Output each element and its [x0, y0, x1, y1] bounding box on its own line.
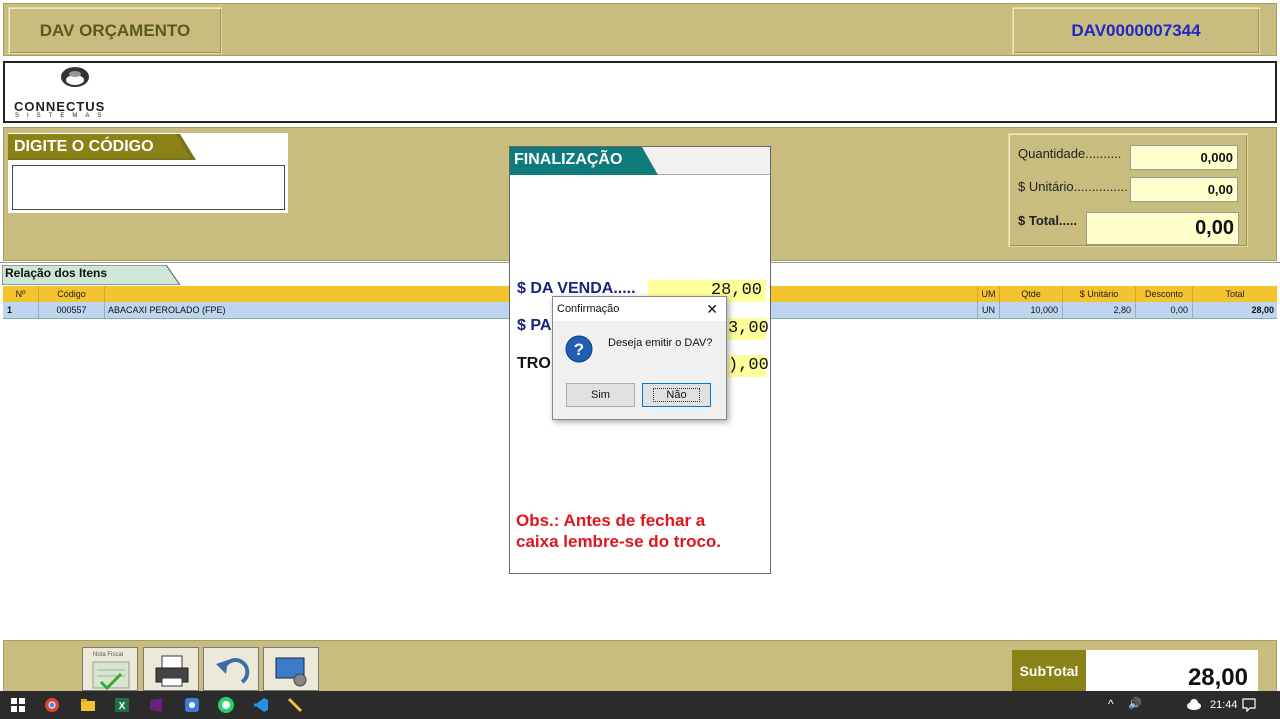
unitario-label: $ Unitário............... — [1018, 179, 1128, 194]
quantidade-label: Quantidade.......... — [1018, 146, 1122, 161]
notifications-icon[interactable] — [1241, 697, 1257, 713]
screen-settings-button[interactable] — [263, 647, 319, 691]
yes-button[interactable]: Sim — [566, 383, 635, 407]
col-total: Total — [1225, 289, 1245, 299]
excel-icon[interactable]: X — [113, 696, 131, 714]
confirm-dialog: Confirmação ✕ ? Deseja emitir o DAV? Sim… — [552, 296, 727, 420]
tool-icon[interactable] — [286, 696, 304, 714]
vscode-icon[interactable] — [252, 696, 270, 714]
svg-text:X: X — [119, 701, 126, 712]
subtotal-value: 28,00 — [1086, 650, 1258, 692]
cell-total: 28,00 — [1251, 305, 1274, 315]
unitario-field[interactable]: 0,00 — [1130, 177, 1238, 202]
pago-label: $ PA — [517, 317, 552, 334]
visual-studio-icon[interactable] — [147, 696, 165, 714]
finalizacao-title: FINALIZAÇÃO — [514, 151, 623, 168]
obs-line-1: Obs.: Antes de fechar a — [516, 511, 706, 530]
nota-fiscal-icon — [92, 661, 130, 690]
col-qtde: Qtde — [1000, 286, 1063, 302]
col-unitario: $ Unitário — [1063, 286, 1136, 302]
items-tab-label: Relação dos Itens — [5, 266, 108, 280]
tray-up-icon[interactable]: ^ — [1108, 697, 1114, 711]
logo-name: CONNECTUS — [14, 99, 106, 114]
cell-um: UN — [978, 302, 1000, 319]
taskbar: X ^ 🔊 21:44 — [0, 691, 1280, 719]
logo-band: CONNECTUS SISTEMAS — [3, 61, 1277, 123]
col-um: UM — [978, 286, 1000, 302]
nota-fiscal-button[interactable]: Nota Fiscal — [82, 647, 138, 691]
confirm-title: Confirmação — [553, 297, 726, 321]
code-label: DIGITE O CÓDIGO — [14, 138, 154, 155]
clock[interactable]: 21:44 — [1210, 691, 1238, 719]
troco-label: TRO — [517, 355, 551, 372]
file-explorer-icon[interactable] — [79, 696, 97, 714]
volume-icon[interactable]: 🔊 — [1128, 697, 1142, 710]
quantidade-field[interactable]: 0,000 — [1130, 145, 1238, 170]
no-button[interactable]: Não — [642, 383, 711, 407]
chrome-icon[interactable] — [43, 696, 61, 714]
subtotal-label: SubTotal — [1012, 650, 1086, 692]
confirm-body: ? Deseja emitir o DAV? Sim Não — [553, 321, 726, 419]
cell-unitario: 2,80 — [1063, 302, 1136, 319]
obs-note: Obs.: Antes de fechar a caixa lembre-se … — [516, 510, 766, 552]
whatsapp-icon[interactable] — [217, 696, 235, 714]
cell-qtde: 10,000 — [1000, 302, 1063, 319]
print-button[interactable] — [143, 647, 199, 691]
app-icon[interactable] — [183, 696, 201, 714]
windows-start-icon[interactable] — [9, 696, 27, 714]
total-label: $ Total..... — [1018, 213, 1077, 228]
col-codigo: Código — [39, 286, 105, 302]
obs-line-2: caixa lembre-se do troco. — [516, 532, 722, 551]
dav-number: DAV0000007344 — [1012, 7, 1260, 54]
total-field[interactable]: 0,00 — [1086, 212, 1239, 245]
close-icon[interactable]: ✕ — [706, 297, 718, 321]
cell-n: 1 — [3, 302, 39, 319]
screen-settings-icon — [275, 657, 307, 687]
code-input[interactable] — [12, 165, 285, 210]
screen-title: DAV ORÇAMENTO — [8, 7, 222, 54]
cell-codigo: 000557 — [39, 302, 105, 319]
col-desconto: Desconto — [1136, 286, 1193, 302]
logo-subtitle: SISTEMAS — [15, 113, 110, 119]
no-label: Não — [653, 388, 700, 402]
confirm-message: Deseja emitir o DAV? — [608, 337, 713, 349]
undo-button[interactable] — [203, 647, 259, 691]
pago-value[interactable]: 3,00 — [728, 318, 769, 340]
svg-text:?: ? — [574, 340, 584, 359]
yes-label: Sim — [591, 389, 610, 401]
cloud-icon[interactable] — [1186, 697, 1202, 711]
troco-value: ),00 — [728, 355, 769, 377]
printer-icon — [155, 655, 189, 687]
nota-fiscal-text: Nota Fiscal — [93, 652, 124, 658]
question-icon: ? — [565, 335, 593, 363]
cell-desconto: 0,00 — [1136, 302, 1193, 319]
col-n: Nº — [3, 286, 39, 302]
undo-icon — [216, 658, 250, 684]
